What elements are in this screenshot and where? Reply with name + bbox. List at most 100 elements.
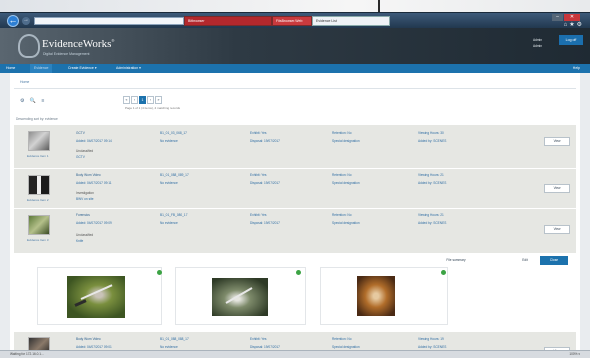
record-category: Investigation (76, 191, 94, 195)
logo-name: EvidenceWorks (42, 38, 112, 50)
knife-blade (225, 287, 253, 304)
evidence-thumbnail[interactable] (28, 215, 50, 235)
gallery-card[interactable] (320, 267, 448, 325)
pager-prev[interactable]: ‹ (131, 96, 138, 104)
main-nav: Home Evidence Create Evidence ▾ Administ… (0, 64, 590, 73)
status-ok-icon (441, 270, 446, 275)
record-retention: Retention: No (332, 213, 352, 217)
browser-toolbar-icons[interactable]: ⌂★⚙ (564, 21, 584, 28)
edit-button[interactable]: Edit (512, 256, 538, 265)
logoff-button[interactable]: Log off (559, 35, 583, 45)
record-added-by: Added by: SCENES (418, 345, 447, 349)
pager-last[interactable]: » (155, 96, 162, 104)
evidence-photo-leaves[interactable] (357, 276, 395, 316)
record-special: Special designation (332, 139, 360, 143)
close-gallery-button[interactable]: Close (540, 256, 568, 265)
record-title[interactable]: Body Worn Video (76, 337, 101, 341)
record-disposal: Disposal: 19/07/2017 (250, 139, 280, 143)
record-no-evidence: No evidence (160, 345, 178, 349)
record-viewing: Viewing Hours: 30 (418, 131, 444, 135)
evidence-thumbnail[interactable] (28, 175, 50, 195)
record-category: Unclassified (76, 149, 94, 153)
zoom-control[interactable]: 100% ▾ (569, 352, 580, 356)
record-disposal: Disposal: 19/07/2017 (250, 221, 280, 225)
evidence-photo-knife-closeup[interactable] (212, 278, 268, 316)
thumbnail-caption: Evidence Item 2 (27, 198, 49, 202)
close-window-button[interactable]: ✕ (564, 14, 580, 21)
view-button[interactable]: View (544, 225, 570, 234)
main-content: Home ⚙ 🔍 ≡ « ‹ 1 › » Page 1 of 1 (4 item… (10, 73, 580, 358)
record-code[interactable]: B1_01_03_068_17 (160, 131, 187, 135)
forward-arrow-icon[interactable]: → (22, 17, 30, 25)
record-added: Added: 04/07/2017 09:11 (76, 181, 112, 185)
evidence-photo-knife-grass[interactable] (67, 276, 125, 318)
logo-icon (18, 34, 40, 58)
status-text: Waiting for 172.16.0.1... (10, 352, 44, 356)
record-category: Unclassified (76, 233, 94, 237)
thumbnail-caption: Evidence Item 1 (27, 154, 49, 158)
record-title[interactable]: GCTV (76, 131, 85, 135)
record-sub: GCTV (76, 155, 85, 159)
gallery-card[interactable] (175, 267, 306, 325)
view-button[interactable]: View (544, 184, 570, 193)
sort-label[interactable]: Descending sort by: evidence (16, 117, 58, 121)
file-summary-button[interactable]: File summary (440, 256, 472, 265)
evidence-record[interactable]: Evidence Item 1 GCTV Added: 04/07/2017 0… (14, 125, 576, 169)
record-added: Added: 04/07/2017 09:14 (76, 139, 112, 143)
browser-status-bar: Waiting for 172.16.0.1... 100% ▾ (0, 350, 590, 358)
pager-next[interactable]: › (147, 96, 154, 104)
logo-subtitle: Digital Evidence Management (43, 52, 90, 56)
divider (14, 88, 576, 89)
record-added-by: Added by: SCENES (418, 221, 447, 225)
app-logo[interactable]: EvidenceWorks® (42, 38, 114, 50)
browser-tab-active[interactable]: Evidence List (312, 16, 390, 26)
evidence-thumbnail[interactable] (28, 131, 50, 151)
record-no-evidence: No evidence (160, 181, 178, 185)
record-code[interactable]: B1_01_FB_080_17 (160, 213, 187, 217)
record-exhibit: Exhibit: Yes (250, 131, 267, 135)
view-button[interactable]: View (544, 137, 570, 146)
browser-chrome: ← → Bitbrowser FitsBrowser.Web Evidence … (0, 12, 590, 28)
nav-evidence[interactable]: Evidence (30, 64, 53, 73)
record-exhibit: Exhibit: Yes (250, 213, 267, 217)
breadcrumb[interactable]: Home (20, 80, 29, 84)
record-disposal: Disposal: 19/07/2017 (250, 181, 280, 185)
pager-info: Page 1 of 1 (4 items), 4 matching record… (125, 106, 181, 110)
pager: « ‹ 1 › » (123, 96, 162, 104)
browser-tab[interactable]: Bitbrowser (184, 16, 272, 26)
record-disposal: Disposal: 19/07/2017 (250, 345, 280, 349)
nav-create-evidence[interactable]: Create Evidence ▾ (64, 64, 101, 73)
knife-blade (80, 284, 113, 300)
nav-home[interactable]: Home (2, 64, 19, 73)
browser-tab[interactable]: FitsBrowser.Web (272, 16, 312, 26)
evidence-record-expanded[interactable]: Evidence Item 3 Forensics Added: 04/07/2… (14, 209, 576, 254)
pager-page-1[interactable]: 1 (139, 96, 146, 104)
record-retention: Retention: No (332, 337, 352, 341)
back-arrow-icon[interactable]: ← (7, 15, 19, 27)
record-title[interactable]: Body Worn Video (76, 173, 101, 177)
nav-administration[interactable]: Administration ▾ (112, 64, 145, 73)
nav-help[interactable]: Help (569, 64, 584, 73)
record-code[interactable]: B1_01_088_088_17 (160, 337, 189, 341)
thumbnail-caption: Evidence Item 3 (27, 238, 49, 242)
app-header: EvidenceWorks® Digital Evidence Manageme… (0, 28, 590, 64)
record-code[interactable]: B1_01_088_089_17 (160, 173, 189, 177)
record-sub: BWV on site (76, 197, 94, 201)
record-added: Added: 04/07/2017 09:01 (76, 345, 112, 349)
pager-first[interactable]: « (123, 96, 130, 104)
record-exhibit: Exhibit: Yes (250, 173, 267, 177)
record-title[interactable]: Forensics (76, 213, 90, 217)
evidence-record[interactable]: Evidence Item 2 Body Worn Video Added: 0… (14, 169, 576, 209)
list-tools[interactable]: ⚙ 🔍 ≡ (20, 98, 46, 104)
record-no-evidence: No evidence (160, 221, 178, 225)
record-retention: Retention: No (332, 173, 352, 177)
record-special: Special designation (332, 221, 360, 225)
address-bar[interactable] (34, 17, 184, 25)
record-viewing: Viewing Hours: 19 (418, 337, 444, 341)
minimize-button[interactable]: – (552, 14, 563, 21)
background-photo-strip (0, 0, 590, 12)
user-role: Admin (533, 44, 543, 48)
record-retention: Retention: No (332, 131, 352, 135)
gallery-card[interactable] (37, 267, 162, 325)
record-exhibit: Exhibit: Yes (250, 337, 267, 341)
